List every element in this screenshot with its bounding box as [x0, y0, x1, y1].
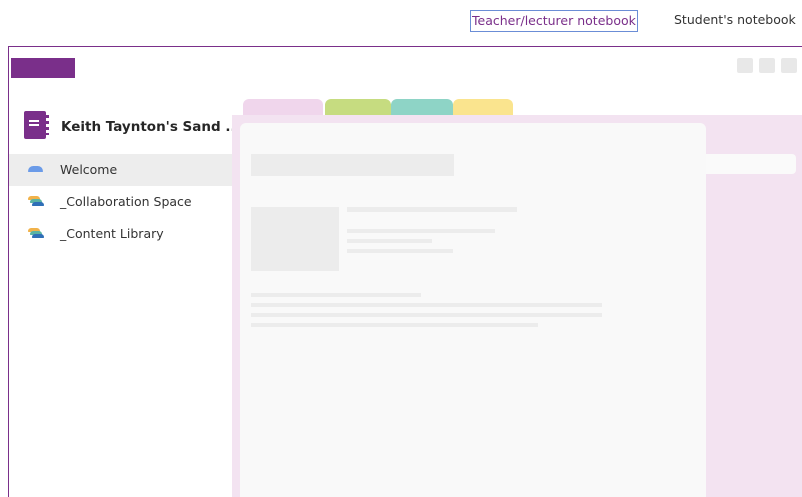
section-group-icon: [28, 196, 45, 206]
page-tab-2[interactable]: [325, 99, 391, 115]
window-control-maximize: [759, 58, 775, 73]
text-line-placeholder: [251, 303, 602, 307]
notebook-preview-frame: Keith Taynton's Sand ... Welcome _Collab…: [8, 46, 802, 497]
app-title-bar: [11, 58, 75, 78]
page-list-placeholder: [706, 154, 796, 174]
text-line-placeholder: [347, 229, 495, 233]
text-line-placeholder: [251, 323, 538, 327]
section-collaboration-space[interactable]: _Collaboration Space: [9, 186, 233, 218]
image-placeholder: [251, 207, 339, 271]
teacher-notebook-toggle[interactable]: Teacher/lecturer notebook: [470, 10, 638, 32]
page-content-placeholder: [240, 123, 706, 497]
notebook-title: Keith Taynton's Sand ...: [61, 119, 241, 135]
window-control-minimize: [737, 58, 753, 73]
student-notebook-toggle[interactable]: Student's notebook: [674, 10, 796, 30]
section-label: Welcome: [60, 162, 118, 177]
page-title-placeholder: [251, 154, 454, 176]
text-line-placeholder: [347, 207, 517, 212]
page-tab-1[interactable]: [243, 99, 323, 115]
notebook-icon: [24, 111, 49, 139]
text-line-placeholder: [251, 313, 602, 317]
section-label: _Collaboration Space: [60, 194, 192, 209]
page-tab-3[interactable]: [391, 99, 453, 115]
text-line-placeholder: [347, 249, 453, 253]
section-welcome[interactable]: Welcome: [9, 154, 233, 186]
window-control-close: [781, 58, 797, 73]
text-line-placeholder: [347, 239, 432, 243]
section-label: _Content Library: [60, 226, 164, 241]
section-group-icon: [28, 228, 45, 238]
text-line-placeholder: [251, 293, 421, 297]
section-content-library[interactable]: _Content Library: [9, 218, 233, 250]
section-icon: [28, 166, 43, 172]
page-tab-4[interactable]: [453, 99, 513, 115]
